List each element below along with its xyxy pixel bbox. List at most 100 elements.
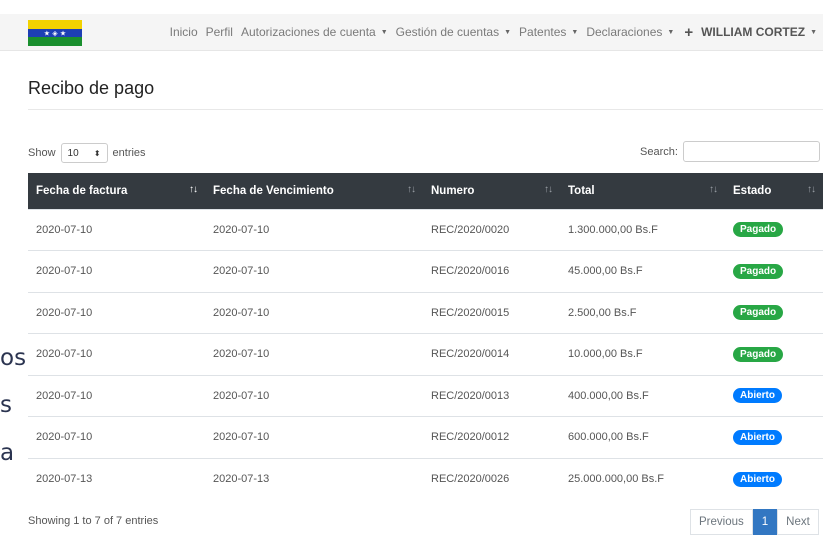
plus-icon[interactable]: + bbox=[684, 24, 693, 41]
page-1-button[interactable]: 1 bbox=[752, 509, 778, 535]
cell-fecha-factura: 2020-07-10 bbox=[36, 389, 93, 402]
cell-fecha-vencimiento: 2020-07-10 bbox=[213, 265, 270, 278]
table-row: 2020-07-10 2020-07-10 REC/2020/0013 400.000… bbox=[28, 375, 823, 417]
page-length-select[interactable]: 10 ⬍ bbox=[60, 143, 108, 163]
top-navbar: ★ ◈ ★ Inicio Perfil Autorizaciones de cuen… bbox=[0, 14, 823, 51]
cell-estado: Pagado bbox=[725, 209, 823, 251]
cell-estado: Pagado bbox=[725, 292, 823, 334]
cell-numero: REC/2020/0014 bbox=[431, 348, 510, 361]
nav-item-label: Inicio bbox=[169, 25, 198, 39]
caret-down-icon: ▼ bbox=[571, 28, 579, 36]
background-text-fragment: os bbox=[0, 345, 27, 371]
nav-item-perfil[interactable]: Perfil bbox=[206, 25, 233, 39]
search-control: Search: bbox=[640, 141, 820, 162]
cell-fecha-vencimiento: 2020-07-13 bbox=[213, 473, 270, 485]
nav-item-label: Declaraciones bbox=[586, 25, 663, 39]
cell-total: 600.000,00 Bs.F bbox=[568, 431, 649, 444]
cell-fecha-vencimiento: 2020-07-10 bbox=[213, 306, 270, 319]
nav-item-label: Autorizaciones de cuenta bbox=[240, 25, 376, 39]
cell-total: 25.000.000,00 Bs.F bbox=[568, 473, 665, 485]
nav-item-label: Perfil bbox=[205, 25, 233, 39]
column-header-label: Fecha de factura bbox=[36, 184, 128, 197]
status-badge: Pagado bbox=[733, 222, 784, 238]
status-badge: Pagado bbox=[733, 263, 784, 279]
table-row: 2020-07-13 2020-07-13 REC/2020/0026 25.000.… bbox=[28, 458, 823, 500]
sort-icon: ↑↓ bbox=[189, 184, 198, 195]
cell-numero: REC/2020/0015 bbox=[431, 306, 510, 319]
cell-estado: Pagado bbox=[725, 334, 823, 376]
cell-total: 1.300.000,00 Bs.F bbox=[568, 223, 658, 236]
cell-estado: Abierto bbox=[725, 458, 823, 500]
status-badge: Abierto bbox=[733, 388, 782, 404]
cell-total: 2.500,00 Bs.F bbox=[568, 306, 637, 319]
main-nav: Inicio Perfil Autorizaciones de cuenta ▼ Ges… bbox=[162, 14, 823, 50]
column-header[interactable]: Fecha de Vencimiento ↑↓ bbox=[205, 173, 423, 209]
column-header-label: Numero bbox=[431, 184, 475, 197]
user-name: WILLIAM CORTEZ bbox=[701, 25, 806, 39]
user-menu[interactable]: WILLIAM CORTEZ ▼ bbox=[701, 25, 817, 39]
nav-item-patentes[interactable]: Patentes ▼ bbox=[519, 25, 578, 39]
column-header-label: Estado bbox=[733, 184, 772, 197]
cell-total: 400.000,00 Bs.F bbox=[568, 389, 649, 402]
cell-fecha-vencimiento: 2020-07-10 bbox=[213, 431, 270, 444]
entries-label: entries bbox=[112, 147, 146, 159]
cell-numero: REC/2020/0013 bbox=[431, 389, 510, 402]
sort-icon: ↑↓ bbox=[407, 184, 416, 195]
cell-total: 10.000,00 Bs.F bbox=[568, 348, 643, 361]
table-row: 2020-07-10 2020-07-10 REC/2020/0020 1.300.0… bbox=[28, 209, 823, 251]
column-header[interactable]: Total ↑↓ bbox=[560, 173, 725, 209]
cell-estado: Abierto bbox=[725, 375, 823, 417]
status-badge: Pagado bbox=[733, 346, 784, 362]
table-row: 2020-07-10 2020-07-10 REC/2020/0012 600.000… bbox=[28, 416, 823, 459]
search-input[interactable] bbox=[682, 141, 820, 162]
table-info: Showing 1 to 7 of 7 entries bbox=[28, 515, 159, 527]
column-header[interactable]: Estado ↑↓ bbox=[725, 173, 823, 209]
table-row: 2020-07-10 2020-07-10 REC/2020/0014 10.000,… bbox=[28, 333, 823, 376]
cell-numero: REC/2020/0016 bbox=[431, 265, 510, 278]
cell-fecha-factura: 2020-07-13 bbox=[36, 473, 93, 485]
cell-fecha-vencimiento: 2020-07-10 bbox=[213, 389, 270, 402]
sort-icon: ↑↓ bbox=[544, 184, 553, 195]
cell-numero: REC/2020/0026 bbox=[431, 473, 510, 485]
search-label: Search: bbox=[640, 145, 678, 158]
cell-fecha-factura: 2020-07-10 bbox=[36, 223, 93, 236]
cell-estado: Pagado bbox=[725, 251, 823, 293]
next-page-button[interactable]: Next bbox=[777, 509, 819, 535]
column-header[interactable]: Fecha de factura ↑↓ bbox=[28, 173, 205, 209]
cell-total: 45.000,00 Bs.F bbox=[568, 265, 643, 278]
divider bbox=[28, 109, 823, 110]
status-badge: Pagado bbox=[733, 305, 784, 321]
receipts-table: Fecha de factura ↑↓ Fecha de Vencimiento ↑↓… bbox=[28, 173, 823, 500]
sort-icon: ↑↓ bbox=[807, 184, 816, 195]
cell-fecha-factura: 2020-07-10 bbox=[36, 306, 93, 319]
caret-down-icon: ▼ bbox=[504, 28, 512, 36]
nav-item-label: Patentes bbox=[519, 25, 567, 39]
nav-item-declaraciones[interactable]: Declaraciones ▼ bbox=[586, 25, 674, 39]
background-text-fragment: a bbox=[0, 440, 15, 466]
cell-numero: REC/2020/0020 bbox=[431, 223, 510, 236]
cell-fecha-factura: 2020-07-10 bbox=[36, 348, 93, 361]
nav-item-gestion-de-cuentas[interactable]: Gestión de cuentas ▼ bbox=[396, 25, 511, 39]
cell-fecha-factura: 2020-07-10 bbox=[36, 265, 93, 278]
previous-page-button[interactable]: Previous bbox=[690, 509, 753, 535]
caret-down-icon: ▼ bbox=[810, 28, 817, 36]
table-header-row: Fecha de factura ↑↓ Fecha de Vencimiento ↑↓… bbox=[28, 173, 823, 209]
flag-logo-icon[interactable]: ★ ◈ ★ bbox=[28, 20, 82, 46]
nav-item-label: Gestión de cuentas bbox=[395, 25, 500, 39]
status-badge: Abierto bbox=[733, 429, 782, 445]
column-header-label: Fecha de Vencimiento bbox=[213, 184, 334, 197]
svg-text:★ ◈ ★: ★ ◈ ★ bbox=[44, 30, 66, 38]
caret-down-icon: ▼ bbox=[667, 28, 675, 36]
cell-fecha-factura: 2020-07-10 bbox=[36, 431, 93, 444]
nav-item-autorizaciones-de-cuenta[interactable]: Autorizaciones de cuenta ▼ bbox=[241, 25, 388, 39]
background-text-fragment: s bbox=[0, 392, 12, 418]
show-label: Show bbox=[28, 147, 56, 159]
sort-icon: ↑↓ bbox=[709, 184, 718, 195]
column-header[interactable]: Numero ↑↓ bbox=[423, 173, 560, 209]
page-length-control: Show 10 ⬍ entries bbox=[28, 143, 146, 163]
page-title: Recibo de pago bbox=[28, 78, 155, 98]
page-length-value: 10 bbox=[67, 147, 79, 159]
nav-item-inicio[interactable]: Inicio bbox=[170, 25, 198, 39]
pagination: Previous 1 Next bbox=[690, 509, 819, 535]
cell-fecha-vencimiento: 2020-07-10 bbox=[213, 223, 270, 236]
